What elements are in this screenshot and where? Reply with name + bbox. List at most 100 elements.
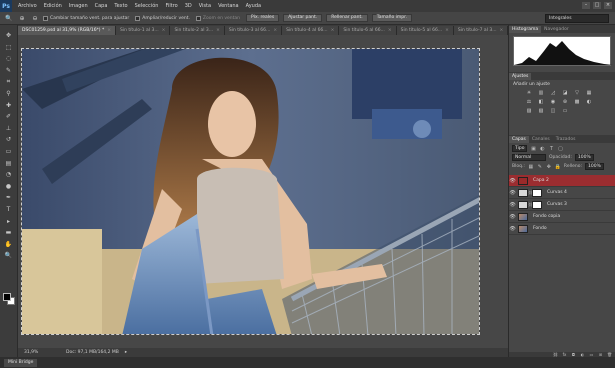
- close-tab-icon[interactable]: ×: [273, 26, 277, 35]
- marquee-tool-icon[interactable]: ⬚: [3, 43, 15, 52]
- new-layer-icon[interactable]: ⊞: [598, 352, 603, 357]
- selective-color-icon[interactable]: ◫: [549, 108, 557, 114]
- menu-imagen[interactable]: Imagen: [69, 3, 88, 9]
- menu-ventana[interactable]: Ventana: [218, 3, 239, 9]
- dodge-tool-icon[interactable]: ●: [3, 182, 15, 191]
- layer-name[interactable]: Fondo: [533, 226, 547, 231]
- lock-position-icon[interactable]: ✥: [546, 164, 552, 170]
- layer-row[interactable]: 👁 Fondo copia: [509, 211, 615, 223]
- visibility-eye-icon[interactable]: 👁: [509, 190, 516, 196]
- menu-seleccion[interactable]: Selección: [135, 3, 159, 9]
- curves-icon[interactable]: ◿: [549, 90, 557, 96]
- document-image[interactable]: [21, 48, 480, 335]
- filter-shape-icon[interactable]: ▢: [557, 146, 563, 152]
- close-tab-icon[interactable]: ×: [500, 26, 504, 35]
- menu-texto[interactable]: Texto: [114, 3, 127, 9]
- hue-saturation-icon[interactable]: ▦: [585, 90, 593, 96]
- eraser-tool-icon[interactable]: ▭: [3, 147, 15, 156]
- lock-all-icon[interactable]: 🔒: [555, 164, 561, 170]
- history-brush-tool-icon[interactable]: ↺: [3, 135, 15, 144]
- visibility-eye-icon[interactable]: 👁: [509, 226, 516, 232]
- filter-pixel-icon[interactable]: ▣: [530, 146, 536, 152]
- fill-input[interactable]: 100%: [585, 163, 604, 170]
- scrubby-zoom-check[interactable]: Zoom en ventan: [195, 15, 240, 21]
- tab-document-7[interactable]: Sin título-5 al 66... ×: [396, 26, 454, 35]
- layer-name[interactable]: Curvas 4: [547, 190, 567, 195]
- gradient-tool-icon[interactable]: ▤: [3, 159, 15, 168]
- new-adjustment-icon[interactable]: ◐: [580, 352, 585, 357]
- zoom-tool-icon[interactable]: 🔍: [4, 14, 14, 23]
- menu-ayuda[interactable]: Ayuda: [246, 3, 261, 9]
- threshold-icon[interactable]: ▧: [537, 108, 545, 114]
- minimize-button[interactable]: –: [582, 2, 590, 9]
- close-tab-icon[interactable]: ×: [107, 26, 111, 35]
- zoom-in-icon[interactable]: ⊕: [17, 14, 27, 23]
- add-mask-icon[interactable]: ◘: [571, 352, 576, 357]
- vibrance-icon[interactable]: ▽: [573, 90, 581, 96]
- link-layers-icon[interactable]: ⛓: [553, 352, 558, 357]
- move-tool-icon[interactable]: ✥: [3, 31, 15, 40]
- color-balance-icon[interactable]: ⚖: [525, 99, 533, 105]
- hand-tool-icon[interactable]: ✋: [3, 240, 15, 249]
- levels-icon[interactable]: ▥: [537, 90, 545, 96]
- tab-document-6[interactable]: Sin título-6 al 66... ×: [339, 26, 397, 35]
- mini-bridge-tab[interactable]: Mini Bridge: [4, 359, 38, 367]
- print-size-button[interactable]: Tamaño impr.: [371, 14, 412, 22]
- exposure-icon[interactable]: ◪: [561, 90, 569, 96]
- tab-document-5[interactable]: Sin título-4 al 66... ×: [282, 26, 340, 35]
- tab-histograma[interactable]: Histograma: [509, 26, 542, 33]
- channel-mixer-icon[interactable]: ⊛: [561, 99, 569, 105]
- lock-transparency-icon[interactable]: ▦: [528, 164, 534, 170]
- layer-name[interactable]: Fondo copia: [533, 214, 560, 219]
- document-canvas[interactable]: [18, 35, 508, 348]
- delete-layer-icon[interactable]: 🗑: [607, 352, 612, 357]
- layer-style-icon[interactable]: fx: [562, 352, 567, 357]
- path-selection-tool-icon[interactable]: ▸: [3, 217, 15, 226]
- invert-icon[interactable]: ◐: [585, 99, 593, 105]
- layer-row[interactable]: 👁 Fondo: [509, 223, 615, 235]
- close-tab-icon[interactable]: ×: [162, 26, 166, 35]
- posterize-icon[interactable]: ▨: [525, 108, 533, 114]
- zoom-all-windows-check[interactable]: Ampliar/reducir vent.: [135, 15, 190, 21]
- menu-edicion[interactable]: Edición: [44, 3, 62, 9]
- layer-mask-thumbnail[interactable]: [532, 200, 542, 209]
- quick-select-tool-icon[interactable]: ✎: [3, 66, 15, 75]
- checkbox-icon[interactable]: [195, 15, 201, 21]
- layer-name[interactable]: Curvas 3: [547, 202, 567, 207]
- close-tab-icon[interactable]: ×: [445, 26, 449, 35]
- checkbox-icon[interactable]: [135, 15, 141, 21]
- zoom-tool-icon[interactable]: 🔍: [3, 251, 15, 260]
- blend-mode-select[interactable]: Normal: [512, 154, 546, 161]
- gradient-map-icon[interactable]: ▭: [561, 108, 569, 114]
- type-tool-icon[interactable]: T: [3, 205, 15, 214]
- brush-tool-icon[interactable]: ✐: [3, 112, 15, 121]
- tab-document-4[interactable]: Sin título-3 al 66... ×: [224, 26, 283, 35]
- resize-window-check[interactable]: Cambiar tamaño vent. para ajustar: [43, 15, 129, 21]
- menu-archivo[interactable]: Archivo: [18, 3, 37, 9]
- filter-type-icon[interactable]: T: [548, 146, 554, 152]
- tab-navegador[interactable]: Navegador: [541, 26, 572, 33]
- menu-vista[interactable]: Vista: [199, 3, 211, 9]
- workspace-select[interactable]: Integrales: [545, 14, 609, 23]
- filter-adjustment-icon[interactable]: ◐: [539, 146, 545, 152]
- healing-brush-tool-icon[interactable]: ✚: [3, 101, 15, 110]
- crop-tool-icon[interactable]: ⌗: [3, 77, 15, 86]
- fill-screen-button[interactable]: Rellenar pant.: [326, 14, 368, 22]
- lock-pixels-icon[interactable]: ✎: [537, 164, 543, 170]
- tab-document-3[interactable]: Sin título-2 al 3... ×: [170, 26, 225, 35]
- color-lookup-icon[interactable]: ▩: [573, 99, 581, 105]
- visibility-eye-icon[interactable]: 👁: [509, 202, 516, 208]
- tab-document-1[interactable]: DSC01259.psd al 31,9% (RGB/16*) * ×: [18, 26, 117, 35]
- checkbox-icon[interactable]: [43, 15, 48, 21]
- actual-pixels-button[interactable]: Píx. reales: [246, 14, 280, 22]
- black-white-icon[interactable]: ◧: [537, 99, 545, 105]
- photo-filter-icon[interactable]: ◉: [549, 99, 557, 105]
- fit-screen-button[interactable]: Ajustar pant.: [283, 14, 323, 22]
- pen-tool-icon[interactable]: ✒: [3, 193, 15, 202]
- lasso-tool-icon[interactable]: ◌: [3, 54, 15, 63]
- close-tab-icon[interactable]: ×: [331, 26, 335, 35]
- maximize-button[interactable]: □: [593, 2, 601, 9]
- menu-capa[interactable]: Capa: [95, 3, 108, 9]
- close-button[interactable]: ×: [604, 2, 612, 9]
- brightness-contrast-icon[interactable]: ☀: [525, 90, 533, 96]
